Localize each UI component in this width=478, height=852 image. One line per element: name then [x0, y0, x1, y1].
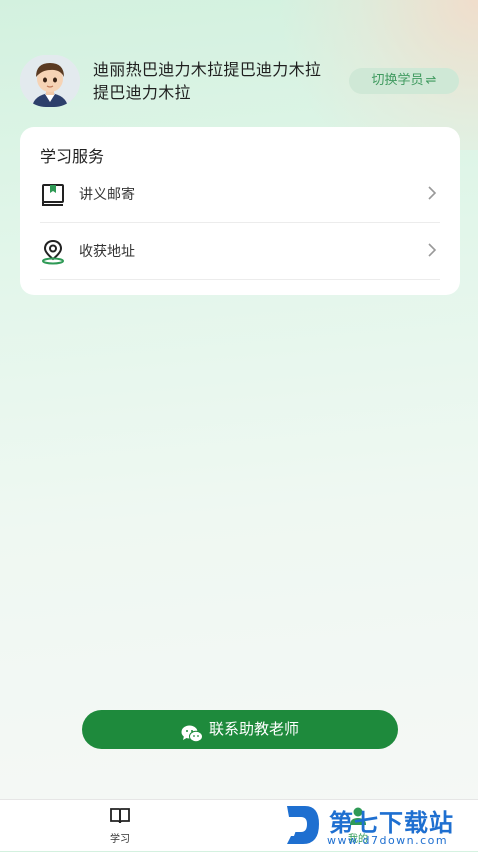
site-watermark: 第七下载站 www.d7down.com [283, 800, 478, 850]
chevron-right-icon [426, 241, 438, 259]
student-name: 迪丽热巴迪力木拉提巴迪力木拉提巴迪力木拉 [93, 60, 322, 102]
chevron-right-icon [426, 184, 438, 202]
service-item-shipping-address[interactable]: 收获地址 [40, 223, 440, 280]
contact-button-label: 联系助教老师 [208, 720, 299, 738]
watermark-text: 第七下载站 [329, 809, 454, 837]
tab-study[interactable]: 学习 [80, 806, 160, 848]
switch-student-button[interactable]: 切换学员 ⇌ [349, 68, 459, 94]
service-item-handout-mailing[interactable]: 讲义邮寄 [40, 166, 440, 223]
profile-header: 迪丽热巴迪力木拉提巴迪力木拉提巴迪力木拉 切换学员 ⇌ [20, 55, 460, 107]
switch-student-label: 切换学员 [371, 73, 424, 88]
book-icon [40, 182, 66, 208]
d7-logo-icon [283, 802, 323, 848]
card-title: 学习服务 [40, 147, 105, 166]
contact-assistant-teacher-button[interactable]: 联系助教老师 [82, 710, 398, 749]
avatar[interactable] [20, 55, 80, 107]
learning-services-card: 学习服务 讲义邮寄 收获地址 [20, 127, 460, 295]
service-item-label: 收获地址 [79, 244, 135, 260]
wechat-icon [181, 719, 203, 743]
location-pin-icon [40, 239, 66, 265]
tab-label: 学习 [110, 834, 130, 845]
watermark-url: www.d7down.com [327, 834, 449, 847]
book-open-icon [109, 806, 131, 826]
swap-arrows-icon: ⇌ [425, 73, 437, 88]
service-item-label: 讲义邮寄 [79, 187, 135, 203]
